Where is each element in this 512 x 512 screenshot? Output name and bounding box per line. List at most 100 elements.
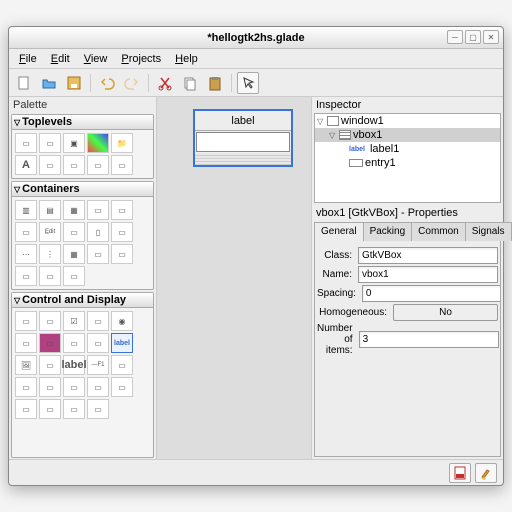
- widget-spin[interactable]: ▭: [87, 311, 109, 331]
- palette-toplevels: ▽Toplevels ▭ ▭ ▣ 📁 A ▭ ▭ ▭ ▭: [11, 114, 154, 179]
- widget-text[interactable]: ▭: [39, 377, 61, 397]
- widget-icon[interactable]: ▭: [87, 377, 109, 397]
- widget-font[interactable]: ▭: [63, 333, 85, 353]
- undo-button[interactable]: [96, 72, 118, 94]
- widget-misc2[interactable]: ▭: [39, 399, 61, 419]
- tab-common[interactable]: Common: [411, 222, 466, 241]
- maximize-button[interactable]: ▢: [465, 30, 481, 44]
- widget-event[interactable]: ▭: [111, 244, 133, 264]
- widget-entry[interactable]: —F1: [87, 355, 109, 375]
- widget-tree[interactable]: ▭: [63, 377, 85, 397]
- widget-color[interactable]: ▭: [39, 333, 61, 353]
- widget-input-dialog[interactable]: ▭: [39, 155, 61, 175]
- widget-hbutton[interactable]: ⋯: [15, 244, 37, 264]
- widget-window[interactable]: ▭: [15, 133, 37, 153]
- menu-projects[interactable]: Projects: [115, 51, 167, 67]
- widget-notebook[interactable]: ▭: [87, 200, 109, 220]
- open-button[interactable]: [38, 72, 60, 94]
- design-placeholder[interactable]: [195, 153, 291, 165]
- prop-class-value[interactable]: [358, 247, 498, 264]
- palette-containers-header[interactable]: ▽Containers: [12, 182, 153, 197]
- widget-link[interactable]: ▭: [39, 355, 61, 375]
- widget-message[interactable]: ▭: [63, 155, 85, 175]
- copy-button[interactable]: [179, 72, 201, 94]
- tab-general[interactable]: General: [314, 222, 364, 241]
- widget-label[interactable]: label: [111, 333, 133, 353]
- widget-scrolled[interactable]: ▭: [63, 266, 85, 286]
- widget-hbox[interactable]: ▥: [15, 200, 37, 220]
- prop-homo-value[interactable]: No: [393, 304, 498, 321]
- widget-viewport[interactable]: ▭: [39, 266, 61, 286]
- widget-toolbar[interactable]: ▭: [63, 222, 85, 242]
- widget-radio[interactable]: ◉: [111, 311, 133, 331]
- widget-about[interactable]: ▣: [63, 133, 85, 153]
- tree-entry1[interactable]: entry1: [315, 156, 500, 170]
- widget-table[interactable]: ▦: [63, 200, 85, 220]
- menu-edit[interactable]: Edit: [45, 51, 76, 67]
- widget-dialog[interactable]: ▭: [39, 133, 61, 153]
- redo-button[interactable]: [121, 72, 143, 94]
- close-button[interactable]: ✕: [483, 30, 499, 44]
- selector-button[interactable]: [237, 72, 259, 94]
- design-canvas[interactable]: label: [157, 97, 311, 459]
- palette-control-header[interactable]: ▽Control and Display: [12, 293, 153, 308]
- widget-vbutton[interactable]: ⋮: [39, 244, 61, 264]
- status-broom-icon[interactable]: [475, 463, 497, 483]
- design-entry1[interactable]: [196, 132, 290, 152]
- widget-misc1[interactable]: ▭: [15, 399, 37, 419]
- widget-assistant[interactable]: ▭: [111, 155, 133, 175]
- design-label1[interactable]: label: [195, 111, 291, 131]
- widget-misc3[interactable]: ▭: [63, 399, 85, 419]
- tree-window1[interactable]: ▽window1: [315, 114, 500, 128]
- tab-packing[interactable]: Packing: [363, 222, 413, 241]
- prop-class-label: Class:: [317, 250, 356, 261]
- save-button[interactable]: [63, 72, 85, 94]
- cut-button[interactable]: [154, 72, 176, 94]
- inspector-tree[interactable]: ▽window1 ▽vbox1 labellabel1 entry1: [314, 113, 501, 203]
- tree-vbox1[interactable]: ▽vbox1: [315, 128, 500, 142]
- widget-fixed[interactable]: ▭: [87, 244, 109, 264]
- widget-misc4[interactable]: ▭: [87, 399, 109, 419]
- inspector-title: Inspector: [312, 97, 503, 113]
- design-window1[interactable]: label: [193, 109, 293, 167]
- menu-view[interactable]: View: [78, 51, 114, 67]
- widget-hpaned[interactable]: ▯: [87, 222, 109, 242]
- widget-toggle[interactable]: ▭: [39, 311, 61, 331]
- widget-menubar[interactable]: E̲dit: [39, 222, 61, 242]
- titlebar[interactable]: *hellogtk2hs.glade ─ ▢ ✕: [9, 27, 503, 49]
- new-button[interactable]: [13, 72, 35, 94]
- prop-name-value[interactable]: [358, 266, 498, 283]
- widget-color-dialog[interactable]: [87, 133, 109, 153]
- widget-aspect[interactable]: ▭: [15, 222, 37, 242]
- widget-frame[interactable]: ▭: [111, 200, 133, 220]
- widget-check[interactable]: ☑: [63, 311, 85, 331]
- widget-hscale[interactable]: ▭: [111, 355, 133, 375]
- widget-accel[interactable]: label: [63, 355, 85, 375]
- widget-vbox[interactable]: ▤: [39, 200, 61, 220]
- widget-expander[interactable]: ▭: [15, 266, 37, 286]
- status-pdf-icon[interactable]: [449, 463, 471, 483]
- widget-progress[interactable]: ▭: [111, 377, 133, 397]
- widget-vscale[interactable]: ▭: [15, 377, 37, 397]
- widget-layout[interactable]: ▦: [63, 244, 85, 264]
- tree-label1[interactable]: labellabel1: [315, 142, 500, 156]
- widget-file-dialog[interactable]: 📁: [111, 133, 133, 153]
- paste-button[interactable]: [204, 72, 226, 94]
- prop-nitems-value[interactable]: [359, 331, 499, 348]
- widget-combo[interactable]: ▭: [87, 333, 109, 353]
- tab-signals[interactable]: Signals: [465, 222, 512, 241]
- widget-file[interactable]: ▭: [15, 333, 37, 353]
- palette-toplevels-header[interactable]: ▽Toplevels: [12, 115, 153, 130]
- widget-image[interactable]: 🖼: [15, 355, 37, 375]
- widget-font-dialog[interactable]: A: [15, 155, 37, 175]
- properties-title: vbox1 [GtkVBox] - Properties: [312, 203, 503, 221]
- prop-spacing-value[interactable]: [362, 285, 501, 302]
- prop-nitems-label: Number of items:: [317, 323, 357, 356]
- menu-help[interactable]: Help: [169, 51, 204, 67]
- statusbar: [9, 459, 503, 485]
- widget-button[interactable]: ▭: [15, 311, 37, 331]
- minimize-button[interactable]: ─: [447, 30, 463, 44]
- widget-vpaned[interactable]: ▭: [111, 222, 133, 242]
- widget-recent[interactable]: ▭: [87, 155, 109, 175]
- menu-file[interactable]: File: [13, 51, 43, 67]
